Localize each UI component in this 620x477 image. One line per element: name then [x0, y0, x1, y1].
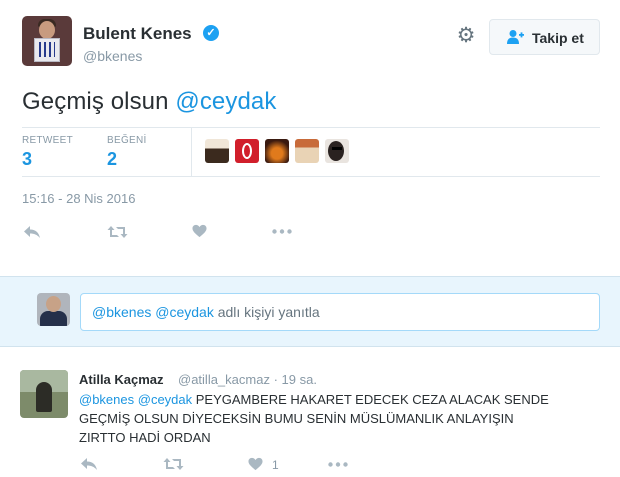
author-handle[interactable]: @bkenes	[83, 48, 142, 64]
reply-author-avatar[interactable]	[20, 370, 68, 418]
reply-icon[interactable]	[23, 225, 41, 239]
liker-avatar-3[interactable]	[265, 139, 289, 163]
stats-divider-top	[22, 127, 600, 128]
reply-author-name[interactable]: Atilla Kaçmaz	[79, 372, 164, 387]
verified-badge-icon: ✓	[203, 25, 219, 41]
reply-author-handle[interactable]: @atilla_kacmaz	[178, 372, 270, 387]
like-icon[interactable]	[248, 457, 263, 471]
retweet-count[interactable]: 3	[22, 149, 32, 170]
retweet-icon[interactable]	[107, 225, 128, 239]
reply-text-mention-2[interactable]: @ceydak	[138, 392, 192, 407]
reply-author-meta: @atilla_kacmaz · 19 sa.	[178, 372, 317, 387]
tweet-timestamp[interactable]: 15:16 - 28 Nis 2016	[22, 191, 135, 206]
more-icon[interactable]	[272, 229, 292, 234]
reply-text: @bkenes @ceydak PEYGAMBERE HAKARET EDECE…	[79, 390, 604, 447]
reply-text-line3: ZIRTTO HADİ ORDAN	[79, 430, 211, 445]
reply-text-mention-1[interactable]: @bkenes	[79, 392, 134, 407]
reply-text-line2: GEÇMİŞ OLSUN DİYECEKSİN BUMU SENİN MÜSLÜ…	[79, 411, 514, 426]
liker-avatar-5[interactable]	[325, 139, 349, 163]
reply-placeholder: adlı kişiyi yanıtla	[213, 304, 320, 320]
tweet-text-prefix: Geçmiş olsun	[22, 88, 176, 115]
main-tweet: Bulent Kenes ✓ @bkenes ⚙ Takip et Geçmiş…	[0, 0, 620, 276]
gear-icon[interactable]: ⚙	[455, 25, 477, 47]
mention-link[interactable]: @ceydak	[175, 88, 276, 115]
reply-composer: @bkenes @ceydak adlı kişiyi yanıtla	[0, 276, 620, 347]
more-icon[interactable]	[328, 462, 348, 467]
follow-button-label: Takip et	[532, 30, 584, 46]
like-icon[interactable]	[192, 224, 207, 238]
like-count[interactable]: 2	[107, 149, 117, 170]
stats-divider-bottom	[22, 176, 600, 177]
reply-input[interactable]: @bkenes @ceydak adlı kişiyi yanıtla	[80, 293, 600, 331]
liker-avatar-1[interactable]	[205, 139, 229, 163]
liker-avatar-2[interactable]	[235, 139, 259, 163]
reply-like-count: 1	[272, 458, 279, 472]
reply-time[interactable]: 19 sa.	[282, 372, 317, 387]
add-user-icon	[507, 30, 524, 44]
author-name[interactable]: Bulent Kenes	[83, 24, 192, 44]
author-avatar[interactable]	[22, 16, 72, 66]
like-count-label: BEĞENİ	[107, 135, 147, 146]
retweet-count-label: RETWEET	[22, 135, 73, 146]
tweet-text: Geçmiş olsun @ceydak	[22, 88, 276, 116]
reply-mention-2: @ceydak	[155, 304, 214, 320]
reply-text-line1: PEYGAMBERE HAKARET EDECEK CEZA ALACAK SE…	[192, 392, 549, 407]
liker-avatar-4[interactable]	[295, 139, 319, 163]
reply-mention-1: @bkenes	[92, 304, 152, 320]
retweet-icon[interactable]	[163, 457, 184, 471]
current-user-avatar	[37, 293, 70, 326]
follow-button[interactable]: Takip et	[489, 19, 600, 55]
reply-tweet[interactable]: Atilla Kaçmaz @atilla_kacmaz · 19 sa. @b…	[0, 347, 620, 477]
stats-vertical-divider	[191, 127, 192, 176]
reply-icon[interactable]	[80, 457, 98, 471]
